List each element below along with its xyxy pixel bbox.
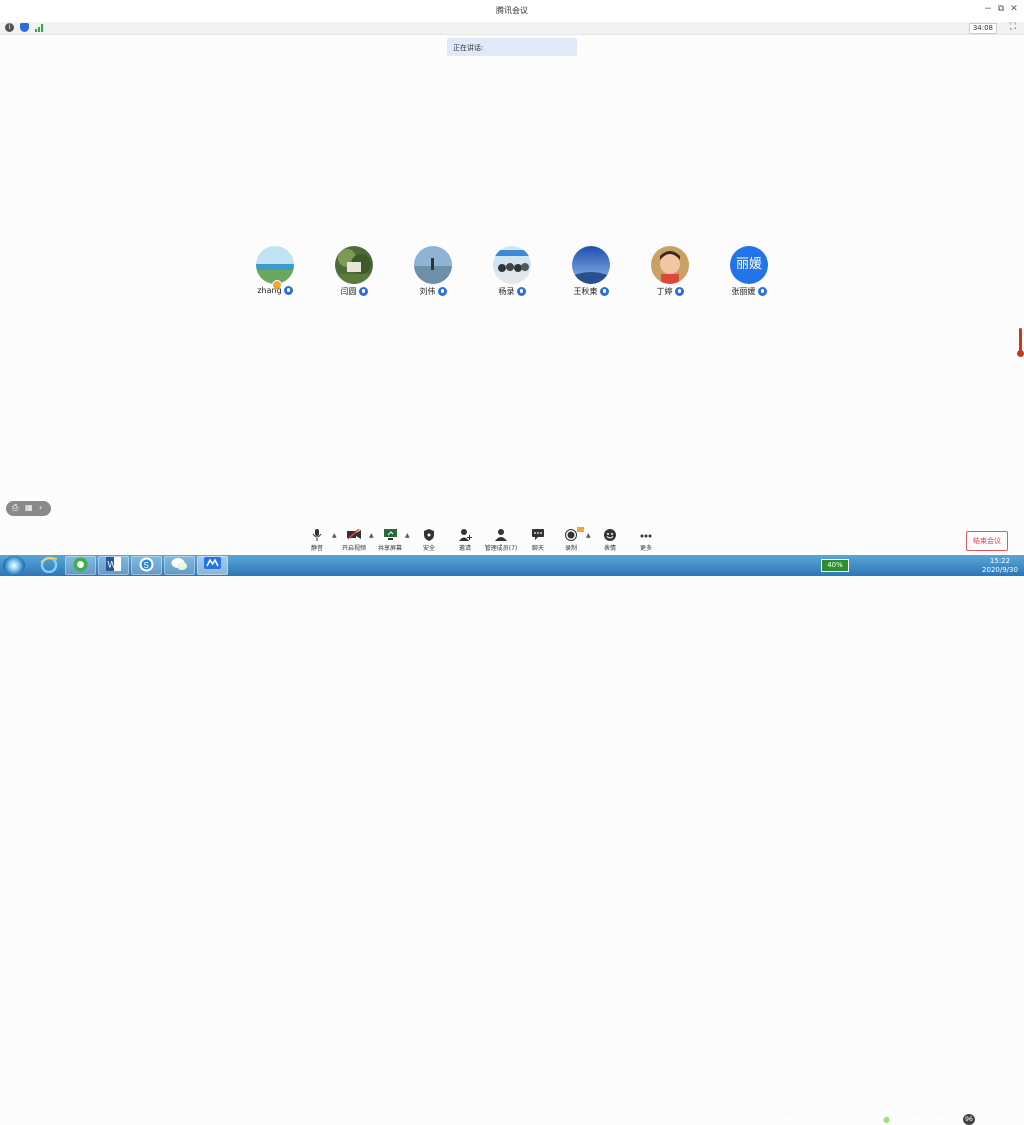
mute-options-caret[interactable]: ▲ — [332, 532, 337, 539]
participant-tile[interactable]: 刘伟 — [403, 246, 463, 301]
sogou-icon[interactable]: S — [131, 556, 162, 575]
word-icon[interactable]: W — [98, 556, 129, 575]
close-button[interactable]: ✕ — [1008, 4, 1020, 14]
shield-icon — [422, 529, 436, 541]
participant-name: 王秋東 — [573, 287, 598, 296]
avatar — [256, 246, 294, 284]
info-bar: i 34:08 ⛶ — [0, 22, 1024, 35]
avatar — [493, 246, 531, 284]
share-options-caret[interactable]: ▲ — [405, 532, 410, 539]
participant-tile[interactable]: zhang — [245, 246, 305, 301]
clock-date: 2020/9/30 — [982, 566, 1018, 574]
wechat-icon[interactable] — [164, 556, 195, 575]
participant-name: 杨录 — [498, 287, 515, 296]
info-icon[interactable]: i — [5, 23, 14, 32]
participant-tile[interactable]: 闫圆 — [324, 246, 384, 301]
grid-icon[interactable]: ▦ — [25, 503, 33, 512]
chevron-left-icon[interactable]: ‹ — [39, 503, 42, 512]
mic-icon — [674, 287, 684, 296]
participant-tile[interactable]: 丽媛 张丽媛 — [719, 246, 779, 301]
svg-text:W: W — [108, 560, 117, 570]
share-screen-button[interactable]: 共享屏幕 — [375, 525, 405, 555]
battery-indicator[interactable]: 40% — [821, 559, 849, 572]
members-icon — [494, 529, 508, 541]
new-badge — [577, 527, 584, 532]
browser-360-icon[interactable] — [65, 556, 96, 575]
video-button[interactable]: 开启视频 — [339, 525, 369, 555]
restore-button[interactable]: ⧉ — [995, 4, 1007, 14]
speaking-label: 正在讲话: — [453, 44, 484, 52]
print-icon[interactable]: ⎙ — [12, 503, 18, 513]
wechat-tray-icon[interactable]: ● — [883, 1115, 890, 1124]
smiley-icon — [603, 529, 617, 541]
participant-name: 丁婷 — [656, 287, 673, 296]
mic-icon — [516, 287, 526, 296]
svg-text:S: S — [144, 561, 149, 570]
title-bar: 腾讯会议 − ⧉ ✕ — [0, 0, 1024, 23]
chat-icon — [531, 529, 545, 541]
mic-icon — [599, 287, 609, 296]
participant-name: 张丽媛 — [731, 287, 756, 296]
side-panel-handle[interactable] — [1017, 328, 1024, 357]
taskbar-clock[interactable]: 15:22 2020/9/30 — [978, 557, 1022, 575]
tray-chevron-icon[interactable]: ▾ — [806, 1115, 810, 1124]
clock-time: 15:22 — [989, 557, 1011, 565]
reaction-button[interactable]: 表情 — [598, 525, 622, 555]
record-options-caret[interactable]: ▲ — [586, 532, 591, 539]
mic-icon — [757, 287, 767, 296]
network-icon[interactable]: ▮ — [924, 1115, 928, 1124]
mic-icon — [358, 287, 368, 296]
invite-button[interactable]: 邀请 — [453, 525, 477, 555]
fullscreen-icon[interactable]: ⛶ — [1010, 22, 1016, 32]
screen-share-icon — [383, 529, 397, 541]
notification-badge[interactable]: 96 — [963, 1114, 975, 1125]
screenshot-icon[interactable]: ▣ — [853, 1115, 861, 1124]
speaking-banner: 正在讲话: — [447, 38, 577, 56]
mic-icon — [437, 287, 447, 296]
windows-taskbar: W S ⌨ ? ▾ ▣ ◂ ● ⛉ ⚑ ▮ ◀) ⊘ 96 — [0, 555, 1024, 1125]
start-button[interactable] — [3, 556, 25, 575]
keyboard-icon[interactable]: ⌨ — [780, 1115, 792, 1124]
meeting-timer: 34:08 — [968, 23, 997, 34]
avatar — [414, 246, 452, 284]
view-switch-pill[interactable]: ⎙ ▦ ‹ — [6, 501, 51, 516]
participant-tile[interactable]: 杨录 — [482, 246, 542, 301]
participant-tile[interactable]: 丁婷 — [640, 246, 700, 301]
avatar — [572, 246, 610, 284]
chat-button[interactable]: 聊天 — [526, 525, 550, 555]
participant-name: zhang — [257, 286, 282, 295]
video-options-caret[interactable]: ▲ — [369, 532, 374, 539]
more-button[interactable]: 更多 — [634, 525, 658, 555]
participant-name: 刘伟 — [419, 287, 436, 296]
security-button[interactable]: 安全 — [417, 525, 441, 555]
participant-tile[interactable]: 王秋東 — [561, 246, 621, 301]
help-icon[interactable]: ? — [793, 1115, 797, 1124]
shield-icon[interactable] — [20, 23, 29, 32]
meeting-toolbar: 静音 ▲ 开启视频 ▲ 共享屏幕 ▲ 安全 邀请 管理成员(7) 聊天 录制 ▲… — [0, 525, 1024, 555]
mute-button[interactable]: 静音 — [304, 525, 330, 555]
window-title: 腾讯会议 — [496, 6, 528, 15]
tray-icon[interactable]: ⊘ — [950, 1115, 957, 1124]
tencent-meeting-icon[interactable] — [197, 556, 228, 575]
add-user-icon — [458, 529, 472, 541]
manage-members-button[interactable]: 管理成员(7) — [484, 525, 518, 555]
microphone-icon — [310, 529, 324, 541]
avatar — [651, 246, 689, 284]
participant-name: 闫圆 — [340, 287, 357, 296]
more-dots-icon — [639, 529, 653, 541]
flag-icon[interactable]: ⚑ — [911, 1115, 918, 1124]
ie-icon[interactable] — [33, 556, 64, 575]
security-tray-icon[interactable]: ⛉ — [897, 1115, 903, 1125]
avatar-initials: 丽媛 — [730, 246, 768, 284]
camera-off-icon — [347, 528, 361, 541]
mic-icon — [283, 286, 293, 295]
avatar — [335, 246, 373, 284]
volume-icon[interactable]: ◀) — [936, 1115, 945, 1124]
minimize-button[interactable]: − — [982, 4, 994, 14]
signal-icon[interactable] — [35, 23, 44, 32]
record-icon — [564, 529, 578, 541]
tray-expand-icon[interactable]: ◂ — [870, 1115, 874, 1124]
avatar: 丽媛 — [730, 246, 768, 284]
end-meeting-button[interactable]: 结束会议 — [966, 531, 1008, 551]
